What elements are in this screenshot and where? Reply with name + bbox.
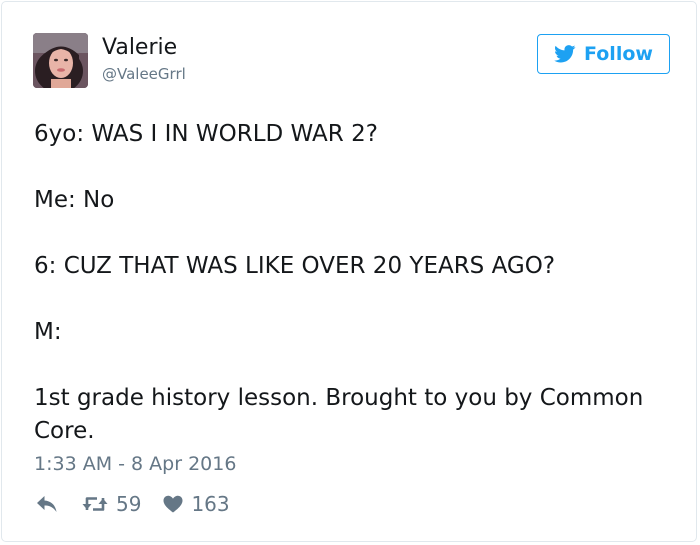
like-button[interactable]: 163 [163,492,230,516]
reply-button[interactable] [36,495,58,513]
follow-label: Follow [584,43,653,65]
twitter-bird-icon [554,45,576,63]
tweet-timestamp[interactable]: 1:33 AM - 8 Apr 2016 [34,453,236,475]
tweet-text: 6yo: WAS I IN WORLD WAR 2? Me: No 6: CUZ… [34,121,644,444]
display-name[interactable]: Valerie [102,35,177,61]
retweet-button[interactable]: 59 [82,492,141,516]
follow-button[interactable]: Follow [537,34,670,74]
retweet-icon [82,497,108,511]
user-handle[interactable]: @ValeeGrrl [102,65,186,83]
like-count: 163 [191,492,230,516]
tweet-card: Valerie @ValeeGrrl Follow 6yo: WAS I IN … [1,1,697,542]
retweet-count: 59 [116,492,142,516]
tweet-actions: 59 163 [36,489,230,519]
avatar[interactable] [33,33,88,88]
avatar-image [33,33,88,88]
heart-icon [163,495,183,513]
reply-icon [37,496,57,512]
